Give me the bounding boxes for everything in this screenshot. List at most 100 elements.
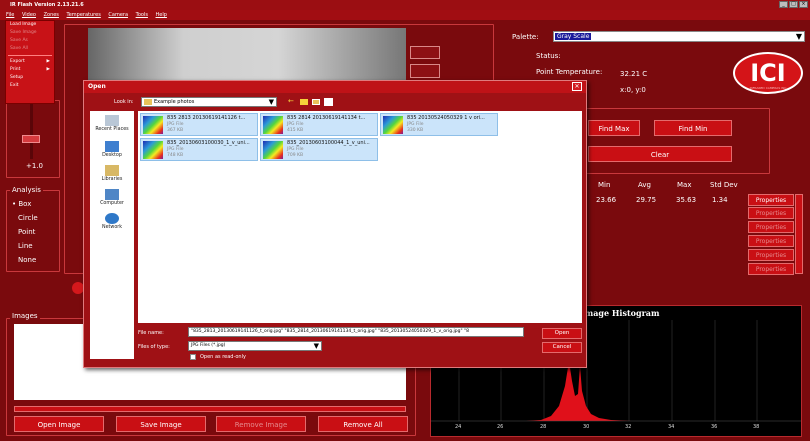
open-button[interactable]: Open [542, 328, 582, 339]
menu-item-save-image[interactable]: Save Image [6, 29, 54, 37]
menu-item-load-image[interactable]: Load Image [6, 21, 54, 29]
thumbnail-image [383, 116, 403, 134]
scale-box [410, 64, 440, 78]
cancel-button[interactable]: Cancel [542, 342, 582, 353]
properties-button-5[interactable]: Properties [748, 249, 794, 261]
chevron-down-icon: ▼ [313, 342, 319, 350]
coords-value: x:0, y:0 [620, 86, 646, 94]
close-window-button[interactable]: × [799, 1, 808, 8]
file-name: 835_20130603100030_1_v_uni... [167, 140, 250, 146]
tick-label: 26 [497, 424, 504, 430]
file-size: 415 KB [287, 128, 304, 133]
menu-zones[interactable]: Zones [44, 12, 59, 18]
properties-button-2[interactable]: Properties [748, 207, 794, 219]
menu-tools[interactable]: Tools [136, 12, 148, 18]
menu-item-exit[interactable]: Exit [6, 82, 54, 90]
clear-button[interactable]: Clear [588, 146, 732, 162]
chevron-right-icon: ▶ [46, 67, 50, 72]
tick-label: 38 [753, 424, 760, 430]
stat-header-min: Min [598, 181, 611, 189]
menu-help[interactable]: Help [156, 12, 167, 18]
computer-icon [105, 189, 119, 200]
remove-image-button[interactable]: Remove Image [216, 416, 306, 432]
readonly-checkbox[interactable] [190, 354, 196, 360]
file-type-label: Files of type: [138, 344, 170, 350]
scale-max-box [410, 46, 440, 59]
analysis-title: Analysis [10, 186, 43, 194]
properties-scrollbar[interactable] [795, 194, 803, 274]
file-item[interactable]: 835 20130524050329 1 v ori... JPG File 3… [380, 113, 498, 136]
menu-camera[interactable]: Camera [108, 12, 128, 18]
find-max-button[interactable]: Find Max [588, 120, 640, 136]
file-list[interactable]: 835 2813 20130619141126 t... JPG File 36… [138, 111, 582, 323]
menu-temperatures[interactable]: Temperatures [67, 12, 101, 18]
look-in-value: Example photos [154, 99, 195, 105]
file-name-label: File name: [138, 330, 164, 336]
tick-label: 30 [583, 424, 590, 430]
properties-button-4[interactable]: Properties [748, 235, 794, 247]
analysis-none[interactable]: None [18, 256, 36, 264]
menu-item-print[interactable]: Print ▶ [6, 66, 54, 74]
file-type-select[interactable]: JPG Files (*.jpg) ▼ [188, 341, 322, 351]
minimize-button[interactable]: _ [779, 1, 788, 8]
palette-select[interactable]: Gray Scale ▼ [553, 31, 805, 42]
tick-label: 24 [455, 424, 462, 430]
analysis-box[interactable]: • Box [12, 200, 31, 208]
histogram-bars [526, 361, 631, 421]
place-desktop[interactable]: Desktop [90, 141, 134, 158]
level-slider-track[interactable] [30, 104, 33, 159]
place-recent[interactable]: Recent Places [90, 115, 134, 132]
analysis-line[interactable]: Line [18, 242, 33, 250]
readonly-label: Open as read-only [200, 354, 246, 360]
file-item[interactable]: 835_20130603100030_1_v_uni... JPG File 7… [140, 138, 258, 161]
file-menu-dropdown: Load Image Save Image Save As Save All E… [5, 20, 55, 104]
place-computer[interactable]: Computer [90, 189, 134, 206]
remove-all-button[interactable]: Remove All [318, 416, 408, 432]
level-slider-handle[interactable] [22, 135, 40, 143]
properties-button-1[interactable]: Properties [748, 194, 794, 206]
file-type: JPG File [167, 147, 184, 152]
tick-label: 28 [540, 424, 547, 430]
properties-button-6[interactable]: Properties [748, 263, 794, 275]
file-name-input[interactable]: "835_2813_20130619141126_t_orig.jpg" "83… [188, 327, 524, 337]
back-icon[interactable]: ← [288, 97, 294, 105]
file-size: 748 KB [167, 153, 184, 158]
new-folder-icon[interactable] [312, 99, 320, 105]
radio-selected-icon: • [12, 200, 17, 208]
thumbnail-image [263, 116, 283, 134]
properties-button-3[interactable]: Properties [748, 221, 794, 233]
analysis-point[interactable]: Point [18, 228, 35, 236]
menu-item-save-all[interactable]: Save All [6, 45, 54, 53]
maximize-button[interactable]: □ [789, 1, 798, 8]
point-temp-label: Point Temperature: [536, 68, 603, 76]
menu-item-save-as[interactable]: Save As [6, 37, 54, 45]
menu-item-export[interactable]: Export ▶ [6, 58, 54, 66]
menu-video[interactable]: Video [22, 12, 36, 18]
dialog-close-icon[interactable]: ✕ [572, 82, 582, 91]
tick-label: 32 [625, 424, 632, 430]
view-menu-icon[interactable] [324, 98, 333, 106]
menu-item-setup[interactable]: Setup [6, 74, 54, 82]
up-folder-icon[interactable] [300, 99, 308, 105]
open-dialog: Open ✕ Look in: Example photos ▼ ← Recen… [83, 80, 587, 368]
analysis-circle[interactable]: Circle [18, 214, 38, 222]
window-controls: _ □ × [779, 1, 808, 8]
window-title: IR Flash Version 2.13.21.6 [10, 2, 84, 8]
file-item[interactable]: 835_20130603100044_1_v_uni... JPG File 7… [260, 138, 378, 161]
save-image-button[interactable]: Save Image [116, 416, 206, 432]
look-in-select[interactable]: Example photos ▼ [141, 97, 277, 107]
open-image-button[interactable]: Open Image [14, 416, 104, 432]
folder-icon [144, 99, 152, 105]
tick-label: 34 [668, 424, 675, 430]
dialog-title-bar: Open [84, 81, 586, 93]
menu-file[interactable]: File [6, 12, 14, 18]
place-network[interactable]: Network [90, 213, 134, 230]
analysis-box-label: Box [18, 200, 32, 208]
file-item[interactable]: 835 2813 20130619141126 t... JPG File 36… [140, 113, 258, 136]
file-item[interactable]: 835 2814 20130619141134 t... JPG File 41… [260, 113, 378, 136]
chevron-down-icon: ▼ [268, 98, 274, 106]
images-scrollbar[interactable] [14, 406, 406, 412]
place-label: Network [101, 225, 123, 230]
find-min-button[interactable]: Find Min [654, 120, 732, 136]
place-libraries[interactable]: Libraries [90, 165, 134, 182]
